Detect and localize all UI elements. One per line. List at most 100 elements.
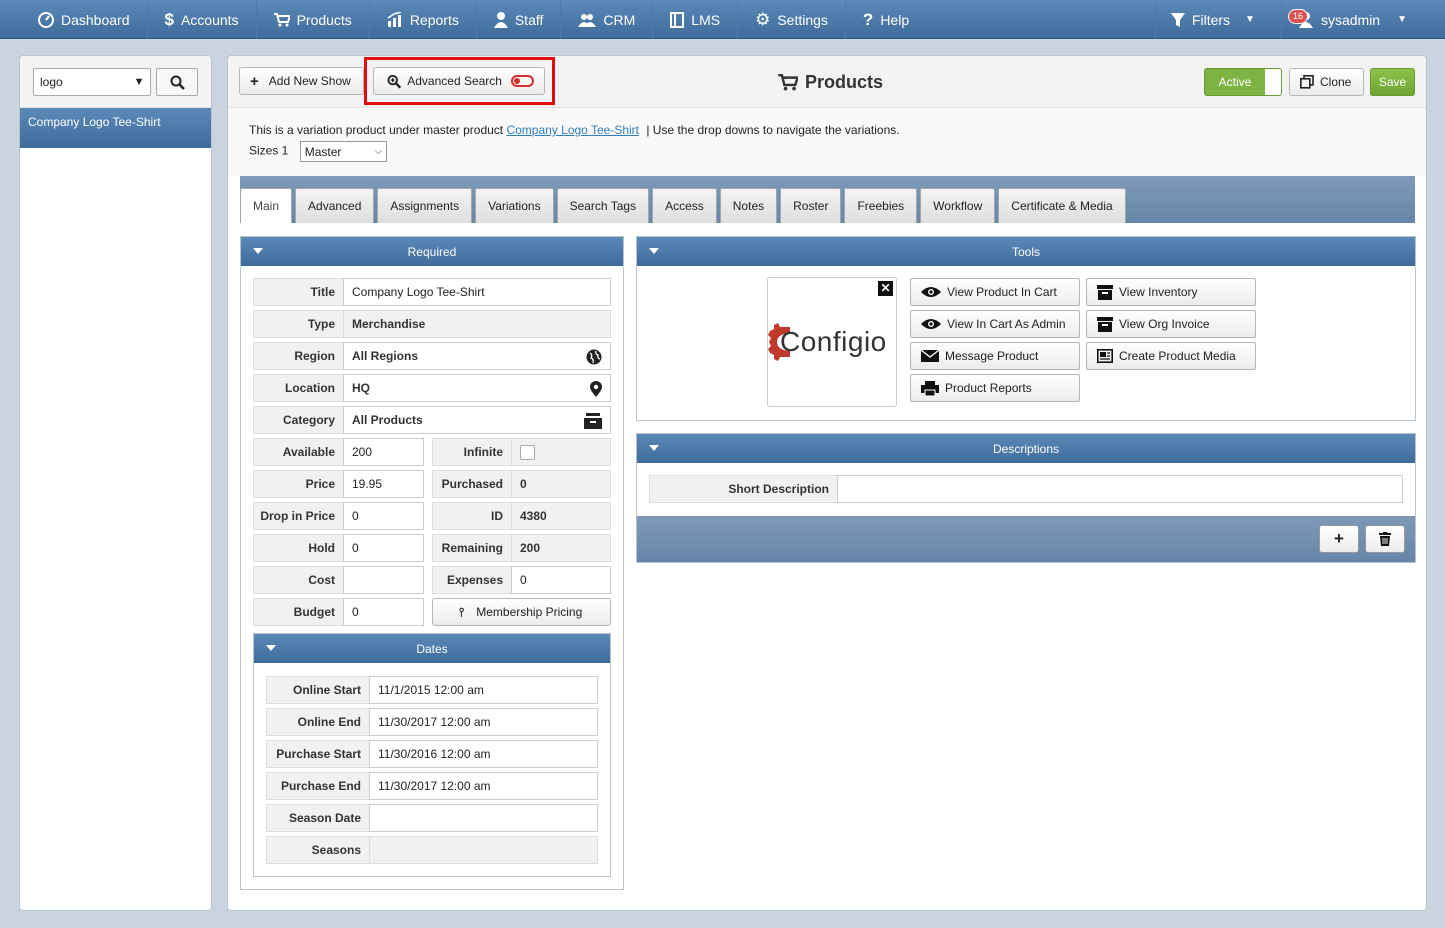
online-end-field[interactable]: 11/30/2017 12:00 am — [369, 708, 598, 736]
price-field[interactable]: 19.95 — [343, 470, 424, 498]
available-field[interactable]: 200 — [343, 438, 424, 466]
infinite-cell — [511, 438, 611, 466]
message-product-button[interactable]: Message Product — [910, 342, 1080, 370]
region-field[interactable]: All Regions — [343, 342, 611, 370]
nav-dashboard[interactable]: Dashboard — [0, 0, 148, 39]
dashboard-icon — [38, 11, 54, 28]
membership-pricing-button[interactable]: ⫯ Membership Pricing — [432, 598, 611, 626]
collapse-caret-icon — [253, 248, 263, 254]
nav-staff[interactable]: Staff — [477, 0, 562, 39]
purchase-end-field[interactable]: 11/30/2017 12:00 am — [369, 772, 598, 800]
nav-accounts[interactable]: $ Accounts — [148, 0, 257, 39]
panel-title: Dates — [416, 641, 448, 656]
tab-variations[interactable]: Variations — [475, 188, 554, 223]
hold-field[interactable]: 0 — [343, 534, 424, 562]
required-header[interactable]: Required — [241, 237, 623, 266]
tab-roster[interactable]: Roster — [780, 188, 842, 223]
purchase-start-field[interactable]: 11/30/2016 12:00 am — [369, 740, 598, 768]
drop-in-price-field[interactable]: 0 — [343, 502, 424, 530]
users-icon — [578, 13, 597, 27]
product-image[interactable]: ✕ Configio — [767, 277, 897, 407]
search-select[interactable]: logo ▼ — [33, 68, 152, 96]
seasons-field[interactable] — [369, 836, 598, 864]
archive-icon — [1097, 316, 1113, 332]
online-start-field[interactable]: 11/1/2015 12:00 am — [369, 676, 598, 704]
view-product-in-cart-button[interactable]: View Product In Cart — [910, 278, 1080, 306]
short-description-label: Short Description — [649, 475, 838, 503]
cost-field[interactable] — [343, 566, 424, 594]
create-product-media-button[interactable]: Create Product Media — [1086, 342, 1256, 370]
tools-header[interactable]: Tools — [637, 237, 1415, 266]
info-text: This is a variation product under master… — [249, 123, 504, 137]
drop-in-price-label: Drop in Price — [253, 502, 344, 530]
category-field[interactable]: All Products — [343, 406, 611, 434]
location-field[interactable]: HQ — [343, 374, 611, 402]
expenses-field[interactable]: 0 — [511, 566, 611, 594]
nav-help[interactable]: ? Help — [846, 0, 926, 39]
tab-main[interactable]: Main — [240, 188, 293, 223]
search-button[interactable] — [156, 68, 198, 96]
question-icon: ? — [862, 9, 874, 29]
master-product-link[interactable]: Company Logo Tee-Shirt — [506, 123, 639, 137]
add-description-button[interactable]: + — [1319, 525, 1359, 553]
nav-products[interactable]: Products — [257, 0, 370, 39]
panel-title: Required — [407, 244, 457, 259]
price-label: Price — [253, 470, 344, 498]
descriptions-toolbar: + — [637, 516, 1415, 562]
view-in-cart-as-admin-button[interactable]: View In Cart As Admin — [910, 310, 1080, 338]
tab-workflow[interactable]: Workflow — [920, 188, 996, 223]
product-reports-button[interactable]: Product Reports — [910, 374, 1080, 402]
page-title: Products — [778, 72, 883, 93]
map-marker-icon[interactable] — [590, 381, 602, 397]
user-menu[interactable]: 16 sysadmin ▼ — [1282, 0, 1445, 39]
save-label: Save — [1378, 75, 1407, 89]
nav-lms[interactable]: LMS — [653, 0, 739, 39]
globe-icon[interactable] — [586, 349, 602, 365]
sizes-select[interactable]: Master ⌵ — [299, 141, 387, 162]
sizes-label: Sizes 1 — [249, 143, 289, 158]
save-button[interactable]: Save — [1370, 68, 1415, 96]
type-label: Type — [253, 310, 344, 338]
sidebar-search: logo ▼ — [20, 56, 211, 108]
active-toggle[interactable]: Active — [1204, 68, 1282, 96]
tab-assignments[interactable]: Assignments — [377, 188, 473, 223]
sidebar-item[interactable]: Company Logo Tee-Shirt — [20, 108, 211, 148]
id-label: ID — [432, 502, 512, 530]
view-org-invoice-button[interactable]: View Org Invoice — [1086, 310, 1256, 338]
title-field[interactable]: Company Logo Tee-Shirt — [343, 278, 611, 306]
add-new-show-button[interactable]: + Add New Show — [239, 67, 364, 95]
type-value: Merchandise — [343, 310, 611, 338]
infinite-checkbox[interactable] — [520, 444, 535, 460]
user-icon — [493, 11, 508, 28]
view-inventory-button[interactable]: View Inventory — [1086, 278, 1256, 306]
infinite-label: Infinite — [432, 438, 512, 466]
title-label: Title — [253, 278, 344, 306]
online-start-label: Online Start — [266, 676, 370, 704]
archive-icon[interactable] — [584, 413, 602, 429]
season-date-field[interactable] — [369, 804, 598, 832]
toggle-switch[interactable] — [510, 75, 534, 87]
category-value: All Products — [352, 413, 423, 427]
clone-button[interactable]: Clone — [1289, 68, 1364, 96]
budget-field[interactable]: 0 — [343, 598, 424, 626]
tab-search-tags[interactable]: Search Tags — [556, 188, 650, 223]
tab-notes[interactable]: Notes — [719, 188, 778, 223]
nav-crm[interactable]: CRM — [561, 0, 654, 39]
tab-certificate-media[interactable]: Certificate & Media — [998, 188, 1126, 223]
tab-access[interactable]: Access — [652, 188, 717, 223]
cart-icon — [273, 12, 290, 26]
dates-panel: Dates Online Start 11/1/2015 12:00 am On… — [253, 633, 611, 877]
nav-settings[interactable]: ⚙ Settings — [738, 0, 846, 39]
nav-reports[interactable]: Reports — [370, 0, 477, 39]
notification-badge[interactable]: 16 — [1287, 8, 1308, 24]
close-icon[interactable]: ✕ — [878, 281, 893, 296]
tab-freebies[interactable]: Freebies — [844, 188, 918, 223]
dates-header[interactable]: Dates — [254, 634, 610, 663]
advanced-search-button[interactable]: Advanced Search — [373, 67, 545, 95]
descriptions-header[interactable]: Descriptions — [637, 434, 1415, 463]
short-description-field[interactable] — [837, 475, 1403, 503]
top-navbar: Dashboard $ Accounts Products Reports St… — [0, 0, 1445, 39]
delete-description-button[interactable] — [1365, 525, 1405, 553]
filters-menu[interactable]: Filters ▼ — [1154, 0, 1282, 39]
tab-advanced[interactable]: Advanced — [295, 188, 375, 223]
